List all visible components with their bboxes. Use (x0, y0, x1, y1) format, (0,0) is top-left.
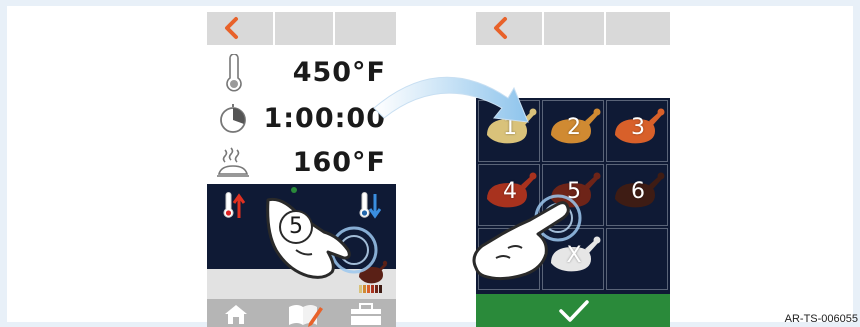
timer-icon (220, 104, 246, 133)
figure-background (0, 0, 860, 327)
doneness-option-2[interactable]: 2 (542, 100, 604, 162)
doneness-option-6[interactable]: 6 (606, 164, 668, 226)
tap-hand-icon (266, 197, 378, 279)
recipe-edit-icon[interactable] (287, 301, 323, 327)
doneness-option-3[interactable]: 3 (606, 100, 668, 162)
probe-temperature-value: 160°F (292, 147, 386, 178)
reference-code: AR-TS-006055 (784, 313, 858, 325)
top-bar-divider (604, 12, 670, 45)
time-value: 1:00:00 (263, 103, 386, 134)
active-indicator (291, 187, 297, 193)
tap-hand-icon (472, 194, 582, 281)
toolbox-icon[interactable] (349, 303, 383, 325)
figure-panel (7, 6, 853, 322)
top-bar-divider (542, 12, 606, 45)
probe-temperature-row[interactable]: 160°F (207, 140, 396, 186)
confirm-button[interactable] (476, 294, 670, 327)
time-row[interactable]: 1:00:00 (207, 96, 396, 142)
grid-empty-cell (606, 228, 668, 290)
top-bar-divider (273, 12, 335, 45)
doneness-label: 6 (631, 179, 645, 204)
doneness-label: 3 (631, 115, 645, 140)
chevron-left-icon[interactable] (490, 16, 512, 40)
bottom-nav (207, 299, 396, 327)
temperature-row[interactable]: 450°F (207, 50, 396, 96)
top-bar (476, 12, 670, 45)
doneness-label: 2 (567, 115, 581, 140)
step-number-badge: 5 (279, 210, 313, 244)
thermometer-up-icon[interactable] (221, 192, 245, 220)
checkmark-icon (559, 300, 589, 322)
top-bar-divider (333, 12, 396, 45)
chevron-left-icon[interactable] (221, 16, 243, 40)
steam-food-icon (217, 147, 249, 177)
transition-arrow-icon (373, 76, 529, 123)
top-bar (207, 12, 396, 45)
home-icon[interactable] (223, 303, 249, 325)
thermometer-icon (226, 54, 242, 92)
